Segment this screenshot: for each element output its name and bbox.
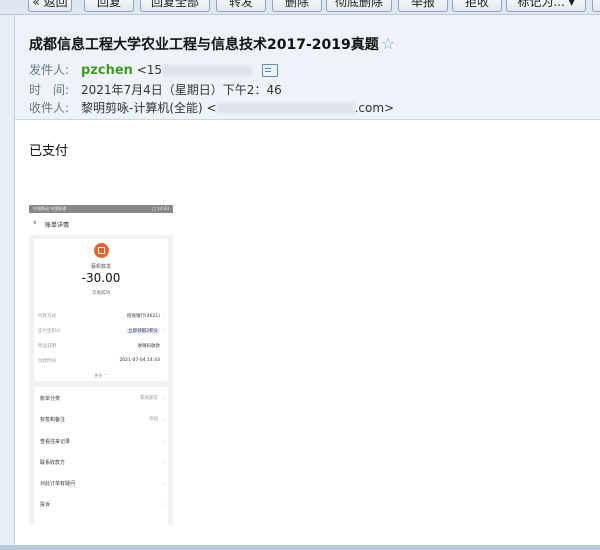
chevron-right-icon: › <box>164 481 166 487</box>
list-item: 投诉 › <box>40 495 166 515</box>
sender-name[interactable]: pzchen <box>81 63 133 78</box>
item-label: 对此订单有疑问 <box>40 481 76 487</box>
contact-card-icon[interactable] <box>262 64 279 77</box>
chevron-right-icon: › <box>164 460 166 466</box>
mark-as-dropdown[interactable]: 标记为... ▾ <box>506 0 586 12</box>
redacted-sender-email <box>162 65 253 76</box>
chevron-right-icon: › <box>164 417 166 423</box>
mail-subject: 成都信息工程大学农业工程与信息技术2017-2019真题 ☆ <box>29 34 395 54</box>
sender-email: <15 <box>136 63 163 77</box>
item-label: 标签和备注 <box>40 417 66 423</box>
mail-toolbar: « 返回 回复 回复全部 转发 删除 彻底删除 举报 拒收 标记为... ▾ <box>0 0 600 15</box>
back-button[interactable]: « 返回 <box>28 0 72 12</box>
forward-button[interactable]: 转发 <box>216 0 266 12</box>
permanent-delete-button[interactable]: 彻底删除 <box>326 0 392 12</box>
item-label: 投诉 <box>40 502 51 508</box>
phone-nav-bar: ‹ 账单详情 <box>29 213 173 235</box>
chevron-right-icon: › <box>164 396 166 402</box>
star-icon[interactable]: ☆ <box>381 34 395 53</box>
bill-screenshot[interactable]: 中国移动 中国联通 □ 14:43 ‹ 账单详情 蔡帆数发 -30.00 交易成… <box>29 205 173 525</box>
clock-text: □ 14:43 <box>152 206 169 211</box>
recipient-label: 收件人: <box>29 101 70 115</box>
sender-label: 发件人: <box>29 63 70 77</box>
recipient-row: 收件人: 黎明剪咏-计算机(全能) < .com> <box>29 99 394 116</box>
chevron-right-icon: › <box>164 439 166 445</box>
transaction-status: 交易成功 <box>92 291 110 296</box>
mail-header: 成都信息工程大学农业工程与信息技术2017-2019真题 ☆ 发件人: pzchen… <box>15 15 600 120</box>
more-link: 更多 ﹀ <box>94 373 108 378</box>
bill-row: 创建时间 2021-07-04 14:43 <box>38 358 164 366</box>
row-value: 招商银行(4621) <box>127 314 160 319</box>
report-button[interactable]: 举报 <box>398 0 448 12</box>
subject-text: 成都信息工程大学农业工程与信息技术2017-2019真题 <box>29 37 379 53</box>
list-item: 对此订单有疑问 › <box>40 474 166 494</box>
more-button[interactable] <box>592 0 600 12</box>
row-value: 2021-07-04 14:43 <box>119 358 160 363</box>
reject-button[interactable]: 拒收 <box>452 0 502 12</box>
bill-row: 支付宝积分 立即领取2积分 › <box>38 328 164 336</box>
list-item: 账单分类 家居家装 › <box>40 389 166 409</box>
reply-all-button[interactable]: 回复全部 <box>140 0 210 12</box>
chevron-right-icon: › <box>164 502 166 508</box>
bottom-bar <box>0 545 600 550</box>
item-value: 添加 <box>149 417 158 422</box>
row-value: 立即领取2积分 <box>126 328 160 334</box>
chevron-right-icon: › <box>162 313 164 318</box>
delete-button[interactable]: 删除 <box>272 0 322 12</box>
row-key: 支付宝积分 <box>38 329 61 334</box>
bill-summary-card: 蔡帆数发 -30.00 交易成功 付款方式 招商银行(4621) › 支付宝积分… <box>34 239 168 381</box>
bill-actions-card: 账单分类 家居家装 › 标签和备注 添加 › 查看往来记录 › 联系收款方 › 对此订单有疑… <box>34 387 168 525</box>
recipient-name[interactable]: 黎明剪咏-计算机(全能) < <box>81 101 217 115</box>
list-item: 联系收款方 › <box>40 453 166 473</box>
row-value: 收钱码收款 <box>137 344 161 349</box>
redacted-recipient-email <box>216 103 355 114</box>
time-value: 2021年7月4日（星期日）下午2：46 <box>81 83 282 97</box>
carrier-text: 中国移动 中国联通 <box>33 206 67 211</box>
chevron-right-icon: › <box>162 328 164 333</box>
item-value: 家居家装 <box>140 396 158 401</box>
merchant-icon <box>94 243 109 258</box>
item-label: 联系收款方 <box>40 460 66 466</box>
merchant-name: 蔡帆数发 <box>90 264 111 270</box>
bill-row: 付款方式 招商银行(4621) › <box>38 313 164 321</box>
row-key: 付款方式 <box>38 314 56 319</box>
row-key: 创建时间 <box>38 359 56 364</box>
item-label: 账单分类 <box>40 396 61 402</box>
recipient-email-suffix: .com> <box>354 101 395 115</box>
bill-detail-title: 账单详情 <box>45 222 70 229</box>
list-item: 标签和备注 添加 › <box>40 410 166 430</box>
bill-row: 商品说明 收钱码收款 <box>38 343 164 351</box>
item-label: 查看往来记录 <box>40 439 71 445</box>
time-row: 时 间: 2021年7月4日（星期日）下午2：46 <box>29 81 282 98</box>
row-key: 商品说明 <box>38 344 56 349</box>
list-item: 查看往来记录 › <box>40 432 166 452</box>
chevron-left-icon: ‹ <box>33 218 37 228</box>
bill-amount: -30.00 <box>81 271 121 285</box>
time-label: 时 间: <box>29 83 70 97</box>
reply-button[interactable]: 回复 <box>84 0 134 12</box>
phone-status-bar: 中国移动 中国联通 □ 14:43 <box>29 205 173 213</box>
sender-row: 发件人: pzchen <15 <box>29 61 279 78</box>
mail-body-text: 已支付 <box>29 144 69 159</box>
